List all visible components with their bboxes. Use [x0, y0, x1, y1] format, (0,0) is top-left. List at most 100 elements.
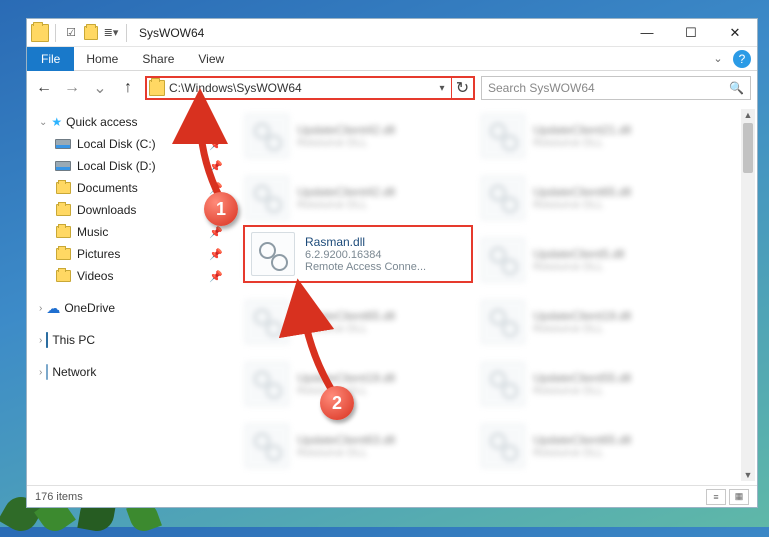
- dll-icon: [245, 300, 289, 344]
- file-item[interactable]: UpdateClient55.dllResource DLL: [479, 359, 697, 409]
- file-item[interactable]: UpdateClient21.dllResource DLL: [479, 111, 697, 161]
- dll-icon: [481, 114, 525, 158]
- sidebar-item[interactable]: Pictures 📌: [31, 243, 233, 265]
- sidebar-item[interactable]: Videos 📌: [31, 265, 233, 287]
- dll-icon: [481, 300, 525, 344]
- sidebar-item[interactable]: Documents📌: [31, 177, 233, 199]
- file-subtitle: Resource DLL: [297, 323, 395, 335]
- qat-customize-icon[interactable]: ≣▾: [102, 24, 120, 42]
- search-box[interactable]: Search SysWOW64 🔍: [481, 76, 751, 100]
- dll-icon: [251, 232, 295, 276]
- search-placeholder: Search SysWOW64: [488, 81, 595, 95]
- up-button[interactable]: ↑: [117, 77, 139, 99]
- dll-icon: [245, 424, 289, 468]
- file-subtitle: Resource DLL: [533, 261, 624, 273]
- refresh-button[interactable]: ↻: [451, 78, 473, 98]
- search-icon: 🔍: [729, 81, 744, 95]
- file-subtitle: Resource DLL: [533, 385, 631, 397]
- scrollbar-thumb[interactable]: [743, 123, 753, 173]
- sidebar-label: Quick access: [66, 115, 137, 129]
- dll-icon: [481, 424, 525, 468]
- dll-icon: [245, 176, 289, 220]
- sidebar-item-label: Videos: [77, 269, 113, 283]
- folder-icon: [149, 80, 165, 96]
- back-button[interactable]: ←: [33, 77, 55, 99]
- file-subtitle: Resource DLL: [297, 137, 395, 149]
- close-button[interactable]: ✕: [713, 19, 757, 47]
- nav-row: ← → ⌄ ↑ ▾ ↻ Search SysWOW64 🔍: [27, 71, 757, 105]
- qat-properties-icon[interactable]: ☑: [62, 24, 80, 42]
- file-item[interactable]: UpdateClient42.dllResource DLL: [243, 173, 461, 223]
- ribbon-tabs: File Home Share View ⌄ ?: [27, 47, 757, 71]
- file-item[interactable]: UpdateClient5.dllResource DLL: [479, 235, 697, 285]
- sidebar-item[interactable]: Local Disk (C:) 📌: [31, 133, 233, 155]
- tab-view[interactable]: View: [186, 47, 236, 71]
- status-bar: 176 items ≡ ▦: [27, 485, 757, 507]
- maximize-button[interactable]: ☐: [669, 19, 713, 47]
- scroll-up-icon[interactable]: ▲: [741, 109, 755, 121]
- sidebar-thispc[interactable]: › This PC: [31, 329, 233, 351]
- file-name: Rasman.dll: [305, 235, 426, 249]
- forward-button[interactable]: →: [61, 77, 83, 99]
- dll-icon: [245, 362, 289, 406]
- minimize-button[interactable]: —: [625, 19, 669, 47]
- file-subtitle: Resource DLL: [297, 447, 395, 459]
- file-name: UpdateClient63.dll: [297, 433, 395, 447]
- pin-icon: 📌: [209, 248, 223, 261]
- scrollbar[interactable]: ▲ ▼: [741, 109, 755, 481]
- sidebar-item-label: Local Disk (C:): [77, 137, 156, 151]
- sidebar-quick-access[interactable]: ⌄ ★ Quick access: [31, 111, 233, 133]
- file-item[interactable]: UpdateClient65.dllResource DLL: [479, 173, 697, 223]
- sidebar-label: This PC: [52, 333, 95, 347]
- sidebar-item[interactable]: Downloads📌: [31, 199, 233, 221]
- help-icon[interactable]: ?: [733, 50, 751, 68]
- file-item[interactable]: UpdateClient65.dllResource DLL: [243, 297, 461, 347]
- dll-icon: [245, 114, 289, 158]
- sidebar-onedrive[interactable]: › ☁ OneDrive: [31, 297, 233, 319]
- pin-icon: 📌: [209, 270, 223, 283]
- folder-icon: [55, 268, 71, 284]
- view-tiles-button[interactable]: ▦: [729, 489, 749, 505]
- view-details-button[interactable]: ≡: [706, 489, 726, 505]
- recent-button[interactable]: ⌄: [89, 77, 111, 99]
- file-name: UpdateClient21.dll: [533, 123, 631, 137]
- file-tab[interactable]: File: [27, 47, 74, 71]
- file-name: UpdateClient5.dll: [533, 247, 624, 261]
- file-item[interactable]: UpdateClient42.dllResource DLL: [243, 111, 461, 161]
- file-item[interactable]: UpdateClient63.dllResource DLL: [243, 421, 461, 471]
- dll-icon: [481, 176, 525, 220]
- titlebar[interactable]: ☑ ≣▾ SysWOW64 — ☐ ✕: [27, 19, 757, 47]
- disk-icon: [55, 136, 71, 152]
- item-count: 176 items: [35, 491, 83, 503]
- file-list[interactable]: UpdateClient42.dllResource DLL UpdateClie…: [237, 105, 757, 485]
- qat-newfolder-icon[interactable]: [82, 24, 100, 42]
- sidebar-item[interactable]: Local Disk (D:)📌: [31, 155, 233, 177]
- file-name: UpdateClient65.dll: [533, 185, 631, 199]
- file-name: UpdateClient65.dll: [297, 309, 395, 323]
- address-dropdown-icon[interactable]: ▾: [433, 83, 451, 94]
- ribbon-expand-icon[interactable]: ⌄: [707, 52, 729, 65]
- folder-icon: [55, 224, 71, 240]
- sidebar-item-label: Downloads: [77, 203, 136, 217]
- sidebar-item[interactable]: Music📌: [31, 221, 233, 243]
- explorer-window: ☑ ≣▾ SysWOW64 — ☐ ✕ File Home Share View…: [26, 18, 758, 508]
- scroll-down-icon[interactable]: ▼: [741, 469, 755, 481]
- address-input[interactable]: [169, 81, 433, 95]
- onedrive-icon: ☁: [46, 300, 60, 317]
- pin-icon: 📌: [209, 226, 223, 239]
- sidebar-network[interactable]: › Network: [31, 361, 233, 383]
- file-item[interactable]: UpdateClient19.dllResource DLL: [479, 297, 697, 347]
- tab-share[interactable]: Share: [130, 47, 186, 71]
- file-item-highlighted[interactable]: Rasman.dll 6.2.9200.16384 Remote Access …: [243, 225, 473, 283]
- file-version: 6.2.9200.16384: [305, 249, 426, 261]
- pin-icon: 📌: [209, 138, 223, 151]
- file-item[interactable]: UpdateClient65.dllResource DLL: [479, 421, 697, 471]
- sidebar-item-label: Pictures: [77, 247, 120, 261]
- address-bar[interactable]: ▾ ↻: [145, 76, 475, 100]
- sidebar-item-label: Documents: [77, 181, 138, 195]
- sidebar-label: Network: [52, 365, 96, 379]
- file-subtitle: Resource DLL: [297, 199, 395, 211]
- file-subtitle: Resource DLL: [533, 323, 631, 335]
- file-description: Remote Access Conne...: [305, 261, 426, 273]
- tab-home[interactable]: Home: [74, 47, 130, 71]
